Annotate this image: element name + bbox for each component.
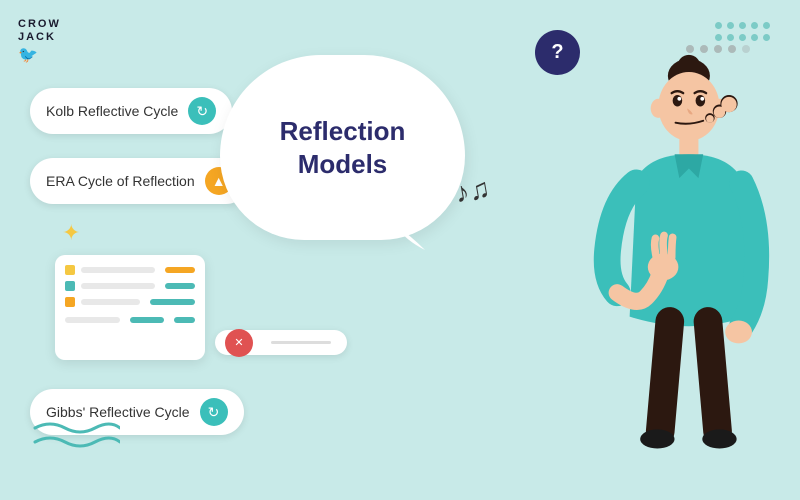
reflection-title: Reflection Models: [280, 115, 406, 180]
logo-crow: CROW: [18, 18, 78, 31]
logo-bird-icon: 🐦: [18, 45, 78, 65]
menu-item-era[interactable]: ERA Cycle of Reflection ▲: [30, 158, 249, 204]
kolb-label: Kolb Reflective Cycle: [46, 103, 178, 119]
logo-jack: JACK: [18, 31, 78, 44]
ui-card: [55, 255, 205, 360]
bubble-tail: [395, 225, 425, 250]
era-label: ERA Cycle of Reflection: [46, 173, 195, 189]
menu-item-x[interactable]: ✕: [215, 330, 347, 355]
logo: CROW JACK 🐦: [18, 18, 78, 63]
sparkle-icon: ✦: [62, 220, 80, 246]
menu-item-kolb[interactable]: Kolb Reflective Cycle ↻: [30, 88, 232, 134]
kolb-icon: ↻: [188, 97, 216, 125]
x-icon: ✕: [225, 329, 253, 357]
gibbs-icon: ↻: [200, 398, 228, 426]
x-line: [271, 341, 331, 344]
music-note-icon: ♪♫: [452, 172, 492, 210]
speech-bubble: Reflection Models: [220, 55, 480, 255]
gibbs-label: Gibbs' Reflective Cycle: [46, 404, 190, 420]
person-illustration: [560, 30, 770, 460]
wave-decoration: [30, 420, 120, 455]
